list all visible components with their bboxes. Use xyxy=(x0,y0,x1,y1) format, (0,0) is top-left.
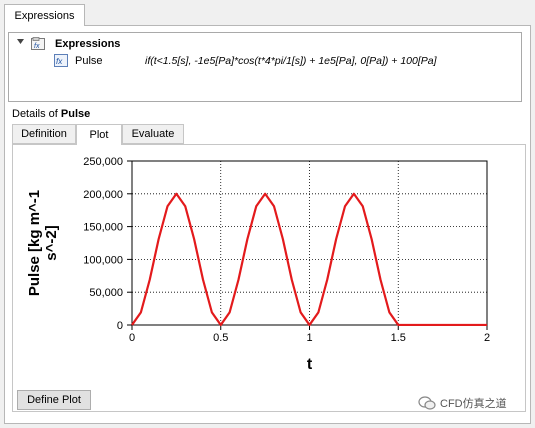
y-axis-label-line: Pulse [kg m^-1 xyxy=(26,190,43,296)
x-tick-label: 1 xyxy=(306,332,312,344)
x-tick-label: 0.5 xyxy=(213,332,228,344)
tab-plot[interactable]: Plot xyxy=(76,124,122,145)
details-header: Details of Pulse xyxy=(12,108,90,120)
tab-expressions[interactable]: Expressions xyxy=(4,4,85,26)
y-tick-label: 50,000 xyxy=(89,287,123,299)
watermark-text: CFD仿真之道 xyxy=(440,398,507,410)
y-tick-label: 250,000 xyxy=(83,156,123,168)
tree-root-row[interactable]: Expressions xyxy=(50,35,120,52)
y-tick-label: 100,000 xyxy=(83,254,123,266)
svg-text:fx: fx xyxy=(56,57,63,66)
tab-evaluate[interactable]: Evaluate xyxy=(122,124,184,144)
x-tick-label: 1.5 xyxy=(391,332,406,344)
pulse-chart: 0 0.5 1 1.5 2 0 50,000 100,000 150,000 200,000 250… xyxy=(26,156,490,373)
expression-definition: if(t<1.5[s], -1e5[Pa]*cos(t*4*pi/1[s]) +… xyxy=(145,55,437,67)
watermark: CFD仿真之道 xyxy=(418,395,507,411)
y-axis-label: Pulse [kg m^-1 s^-2] xyxy=(26,190,60,296)
svg-text:fx: fx xyxy=(34,43,40,50)
y-tick-label: 0 xyxy=(117,320,123,332)
tree-root-label: Expressions xyxy=(55,37,121,50)
x-tick-label: 2 xyxy=(484,332,490,344)
collapse-toggle-icon[interactable] xyxy=(16,37,25,46)
expressions-window: Expressions fx Expressions fx Pulse if(t… xyxy=(0,0,535,428)
expression-name[interactable]: Pulse xyxy=(75,55,103,67)
x-axis-label: t xyxy=(307,356,313,373)
y-tick-label: 150,000 xyxy=(83,222,123,234)
expressions-folder-icon: fx xyxy=(31,37,45,50)
define-plot-button[interactable]: Define Plot xyxy=(17,390,91,410)
details-name: Pulse xyxy=(60,108,91,120)
expression-icon: fx xyxy=(54,54,68,67)
tab-definition[interactable]: Definition xyxy=(12,124,76,144)
chat-icon xyxy=(418,396,436,410)
details-prefix: Details of xyxy=(12,108,61,120)
y-axis-label-line: s^-2] xyxy=(43,225,60,260)
y-tick-label: 200,000 xyxy=(83,189,123,201)
x-tick-label: 0 xyxy=(129,332,135,344)
expressions-tree: fx Expressions fx Pulse if(t<1.5[s], -1e… xyxy=(8,32,522,102)
plot-panel: 0 0.5 1 1.5 2 0 50,000 100,000 150,000 200,000 250… xyxy=(12,144,526,412)
